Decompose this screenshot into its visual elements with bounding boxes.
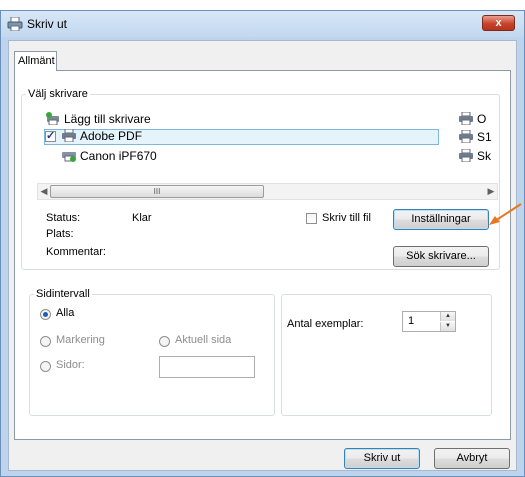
close-button[interactable]: x: [482, 15, 515, 31]
radio-all[interactable]: [40, 309, 51, 320]
settings-button-label: Inställningar: [411, 213, 471, 225]
copies-spinner[interactable]: 1 ▲ ▼: [402, 311, 456, 332]
scroll-thumb[interactable]: III: [50, 185, 264, 198]
radio-pages-label[interactable]: Sidor:: [56, 359, 85, 371]
scroll-right-icon[interactable]: ▶: [485, 186, 497, 197]
scroll-left-icon[interactable]: ◀: [38, 186, 50, 197]
list-item-partial-2[interactable]: S1: [458, 130, 498, 145]
scroll-grip: III: [153, 187, 161, 196]
status-label: Status:: [46, 212, 81, 224]
print-to-file-label[interactable]: Skriv till fil: [322, 212, 371, 224]
printer-name: Adobe PDF: [80, 129, 143, 143]
print-button-label: Skriv ut: [363, 452, 401, 464]
add-printer-icon: [46, 112, 59, 125]
radio-selection-label[interactable]: Markering: [56, 334, 105, 346]
title-bar[interactable]: Skriv ut x: [1, 11, 524, 37]
print-button[interactable]: Skriv ut: [344, 448, 420, 469]
printer-name: S1: [477, 130, 492, 144]
printer-icon: [62, 129, 76, 142]
tab-general-label: Allmänt: [18, 55, 55, 67]
radio-current-page-label[interactable]: Aktuell sida: [175, 334, 231, 346]
printer-list-hscrollbar[interactable]: ◀ III ▶: [37, 183, 498, 200]
radio-selection[interactable]: [40, 336, 51, 347]
window-title: Skriv ut: [27, 17, 68, 31]
radio-pages[interactable]: [40, 361, 51, 372]
tab-general[interactable]: Allmänt: [14, 51, 57, 71]
list-item-add-printer[interactable]: Lägg till skrivare: [45, 112, 151, 127]
location-label: Plats:: [46, 228, 74, 240]
list-item-adobe-pdf[interactable]: Adobe PDF: [61, 129, 142, 144]
page-range-legend: Sidintervall: [36, 288, 90, 300]
spin-down-icon[interactable]: ▼: [440, 322, 455, 331]
printer-name: O: [477, 112, 487, 126]
radio-current-page[interactable]: [159, 336, 170, 347]
printer-icon: [7, 17, 23, 31]
copies-value: 1: [408, 315, 415, 327]
printer-icon: [459, 149, 473, 162]
printer-name: Sk: [477, 149, 492, 163]
print-to-file-checkbox[interactable]: [306, 213, 317, 224]
find-printer-button-label: Sök skrivare...: [406, 250, 476, 262]
network-printer-icon: [62, 152, 76, 162]
list-item-partial-3[interactable]: Sk: [458, 149, 498, 164]
pages-input[interactable]: [159, 356, 255, 378]
status-value: Klar: [132, 212, 152, 224]
list-item-partial-1[interactable]: O: [458, 112, 498, 127]
printer-icon: [459, 130, 473, 143]
list-item-canon[interactable]: Canon iPF670: [61, 149, 157, 164]
copies-label: Antal exemplar:: [287, 318, 364, 330]
printer-name: Canon iPF670: [80, 149, 157, 163]
cancel-button[interactable]: Avbryt: [434, 448, 510, 469]
annotation-arrow-icon: [489, 203, 522, 225]
comment-label: Kommentar:: [46, 246, 106, 258]
select-printer-legend: Välj skrivare: [28, 88, 88, 100]
cancel-button-label: Avbryt: [456, 452, 488, 464]
copies-group: [281, 294, 492, 416]
printer-icon: [459, 112, 473, 125]
close-icon: x: [495, 17, 502, 29]
spin-up-icon[interactable]: ▲: [440, 312, 455, 321]
radio-all-label[interactable]: Alla: [56, 307, 74, 319]
find-printer-button[interactable]: Sök skrivare...: [393, 246, 489, 267]
settings-button[interactable]: Inställningar: [393, 209, 489, 230]
printer-checkbox-adobe[interactable]: [45, 129, 56, 142]
printer-name: Lägg till skrivare: [64, 112, 151, 126]
